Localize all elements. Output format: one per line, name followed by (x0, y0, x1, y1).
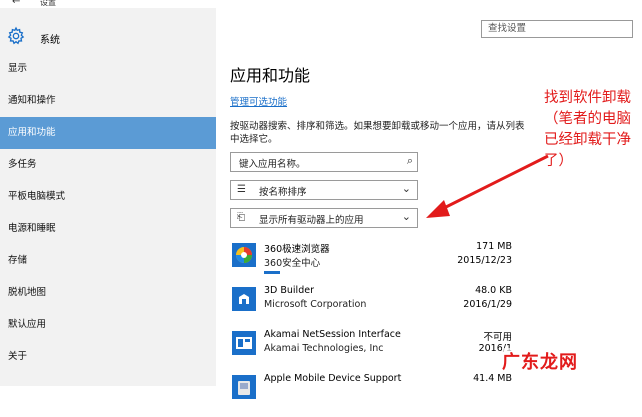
app-size: 不可用 (483, 332, 512, 343)
app-publisher: Akamai Technologies, Inc (264, 343, 384, 354)
sidebar-item-about[interactable]: 关于 (0, 341, 216, 373)
sort-label: 按名称排序 (259, 187, 307, 198)
app-name: Akamai NetSession Interface (264, 329, 401, 340)
annotation-arrow-icon (426, 154, 549, 218)
description-text: 按驱动器搜索、排序和筛选。如果想要卸载或移动一个应用，请从列表中选择它。 (230, 121, 525, 145)
app-size: 48.0 KB (475, 285, 512, 296)
sidebar-item-tablet-mode[interactable]: 平板电脑模式 (0, 181, 216, 213)
list-item[interactable]: 3D Builder Microsoft Corporation 48.0 KB… (230, 285, 526, 329)
page-title: 应用和功能 (230, 66, 311, 85)
sidebar-header: 系统 (0, 16, 216, 56)
app-name: 360极速浏览器 (264, 244, 330, 255)
360-browser-icon (232, 243, 256, 267)
sort-dropdown[interactable]: ☰ 按名称排序 ⌄ (230, 180, 418, 200)
sidebar-item-default-apps[interactable]: 默认应用 (0, 309, 216, 341)
search-icon: ⌕ (406, 154, 413, 167)
apple-mobile-icon (232, 375, 256, 399)
drive-icon: ⎗ (237, 212, 245, 223)
selection-bar (264, 271, 280, 274)
back-button[interactable]: ← (12, 0, 20, 7)
sidebar-item-power-sleep[interactable]: 电源和睡眠 (0, 213, 216, 245)
sidebar-item-display[interactable]: 显示 (0, 53, 216, 85)
sidebar-item-multitasking[interactable]: 多任务 (0, 149, 216, 181)
sidebar-item-notifications[interactable]: 通知和操作 (0, 85, 216, 117)
title-bar: ← 设置 (0, 0, 642, 8)
sidebar-item-apps-features[interactable]: 应用和功能 (0, 117, 216, 149)
sidebar-list: 显示 通知和操作 应用和功能 多任务 平板电脑模式 电源和睡眠 存储 脱机地图 … (0, 53, 216, 373)
app-date: 2015/12/23 (457, 255, 512, 266)
sidebar-item-storage[interactable]: 存储 (0, 245, 216, 277)
app-search-input[interactable]: 键入应用名称。 ⌕ (230, 152, 418, 172)
app-publisher: 360安全中心 (264, 258, 321, 269)
app-size: 171 MB (476, 241, 512, 252)
list-item[interactable]: Apple Mobile Device Support 41.4 MB (230, 373, 526, 417)
drive-filter-dropdown[interactable]: ⎗ 显示所有驱动器上的应用 ⌄ (230, 208, 418, 228)
app-name: 3D Builder (264, 285, 314, 296)
drive-filter-label: 显示所有驱动器上的应用 (259, 215, 364, 226)
app-size: 41.4 MB (473, 373, 512, 384)
list-item[interactable]: 360极速浏览器 360安全中心 171 MB 2015/12/23 (230, 241, 526, 285)
chevron-down-icon: ⌄ (401, 182, 411, 195)
3d-builder-icon (232, 287, 256, 311)
section-label: 系统 (40, 35, 60, 46)
manage-optional-features-link[interactable]: 管理可选功能 (230, 94, 287, 108)
chevron-down-icon: ⌄ (401, 210, 411, 223)
sort-icon: ☰ (237, 184, 246, 195)
gear-icon (7, 26, 25, 45)
sidebar-item-offline-maps[interactable]: 脱机地图 (0, 277, 216, 309)
akamai-icon (232, 331, 256, 355)
list-item[interactable]: Akamai NetSession Interface Akamai Techn… (230, 329, 526, 373)
watermark: 广东龙网 (502, 348, 578, 374)
window-title: 设置 (40, 0, 56, 7)
sidebar: 系统 显示 通知和操作 应用和功能 多任务 平板电脑模式 电源和睡眠 存储 脱机… (0, 8, 216, 386)
app-search-placeholder: 键入应用名称。 (239, 159, 306, 170)
app-publisher: Microsoft Corporation (264, 299, 367, 310)
app-date: 2016/1/29 (463, 299, 512, 310)
app-name: Apple Mobile Device Support (264, 373, 402, 384)
app-list: 360极速浏览器 360安全中心 171 MB 2015/12/23 3D Bu… (230, 241, 526, 417)
